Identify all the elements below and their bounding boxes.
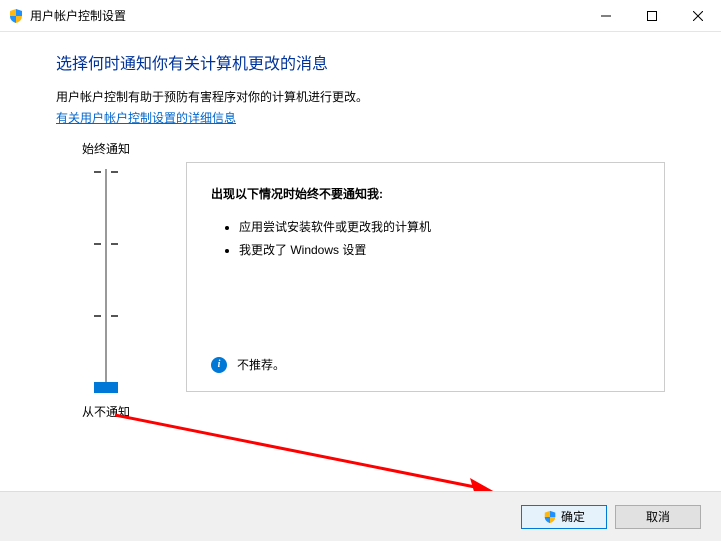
help-link[interactable]: 有关用户帐户控制设置的详细信息 [56,109,236,126]
info-footer: i 不推荐。 [211,356,640,373]
shield-icon [543,510,557,524]
slider-tick [94,315,118,317]
content-area: 选择何时通知你有关计算机更改的消息 用户帐户控制有助于预防有害程序对你的计算机进… [0,32,721,420]
minimize-button[interactable] [583,0,629,31]
description-text: 用户帐户控制有助于预防有害程序对你的计算机进行更改。 [56,88,665,105]
info-footer-text: 不推荐。 [237,356,285,373]
slider-label-bottom: 从不通知 [82,403,130,420]
button-bar: 确定 取消 [0,491,721,541]
ok-button[interactable]: 确定 [521,505,607,529]
titlebar: 用户帐户控制设置 [0,0,721,32]
slider-area: 始终通知 从不通知 出现以下情况时始终不要通知我: 应用尝试安装软件或更改我的计… [56,140,665,420]
slider-tick [94,243,118,245]
info-list: 应用尝试安装软件或更改我的计算机 我更改了 Windows 设置 [211,216,640,346]
cancel-button[interactable]: 取消 [615,505,701,529]
notification-slider[interactable] [86,165,126,395]
info-list-item: 我更改了 Windows 设置 [239,239,640,262]
close-button[interactable] [675,0,721,31]
slider-label-top: 始终通知 [82,140,130,157]
info-panel: 出现以下情况时始终不要通知我: 应用尝试安装软件或更改我的计算机 我更改了 Wi… [186,162,665,392]
maximize-button[interactable] [629,0,675,31]
info-list-item: 应用尝试安装软件或更改我的计算机 [239,216,640,239]
window-controls [583,0,721,31]
page-heading: 选择何时通知你有关计算机更改的消息 [56,50,665,74]
cancel-button-label: 取消 [646,508,670,525]
info-panel-title: 出现以下情况时始终不要通知我: [211,185,640,202]
slider-column: 始终通知 从不通知 [56,140,156,420]
ok-button-label: 确定 [561,508,585,525]
info-icon: i [211,357,227,373]
slider-thumb[interactable] [94,382,118,393]
shield-icon [8,8,24,24]
slider-tick [94,171,118,173]
window-title: 用户帐户控制设置 [30,7,583,24]
